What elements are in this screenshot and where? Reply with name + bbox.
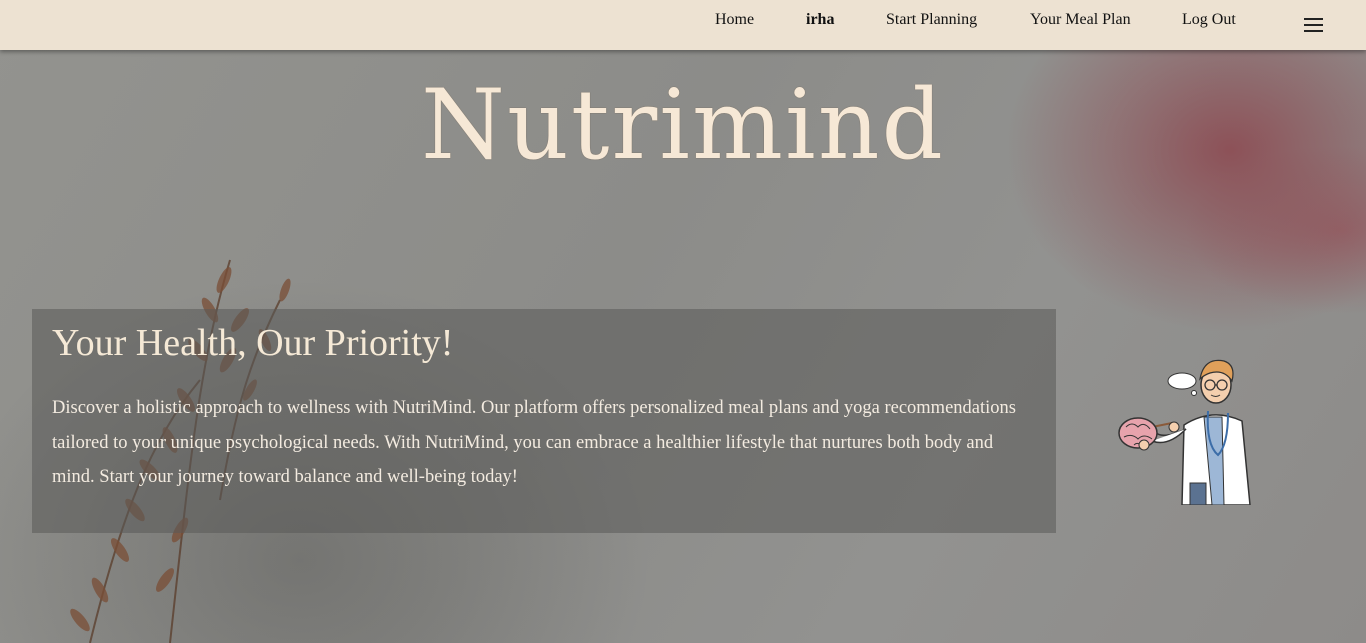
hero-description: Discover a holistic approach to wellness… bbox=[52, 398, 1016, 487]
hero-title: Your Health, Our Priority! bbox=[52, 322, 454, 364]
nav-logout-link[interactable]: Log Out bbox=[1182, 11, 1236, 29]
doctor-brain-illustration bbox=[1118, 359, 1251, 505]
navbar: Home irha Start Planning Your Meal Plan … bbox=[0, 0, 1366, 50]
brand-title: Nutrimind bbox=[420, 69, 945, 181]
nav-meal-plan-link[interactable]: Your Meal Plan bbox=[1030, 11, 1131, 29]
nav-start-planning-link[interactable]: Start Planning bbox=[886, 11, 977, 29]
nav-user-link[interactable]: irha bbox=[806, 11, 834, 29]
hero-card: Your Health, Our Priority! Discover a ho… bbox=[32, 309, 1056, 533]
nav-home-link[interactable]: Home bbox=[715, 11, 754, 29]
hamburger-menu-icon[interactable] bbox=[1304, 18, 1323, 32]
page: Home irha Start Planning Your Meal Plan … bbox=[0, 0, 1366, 643]
